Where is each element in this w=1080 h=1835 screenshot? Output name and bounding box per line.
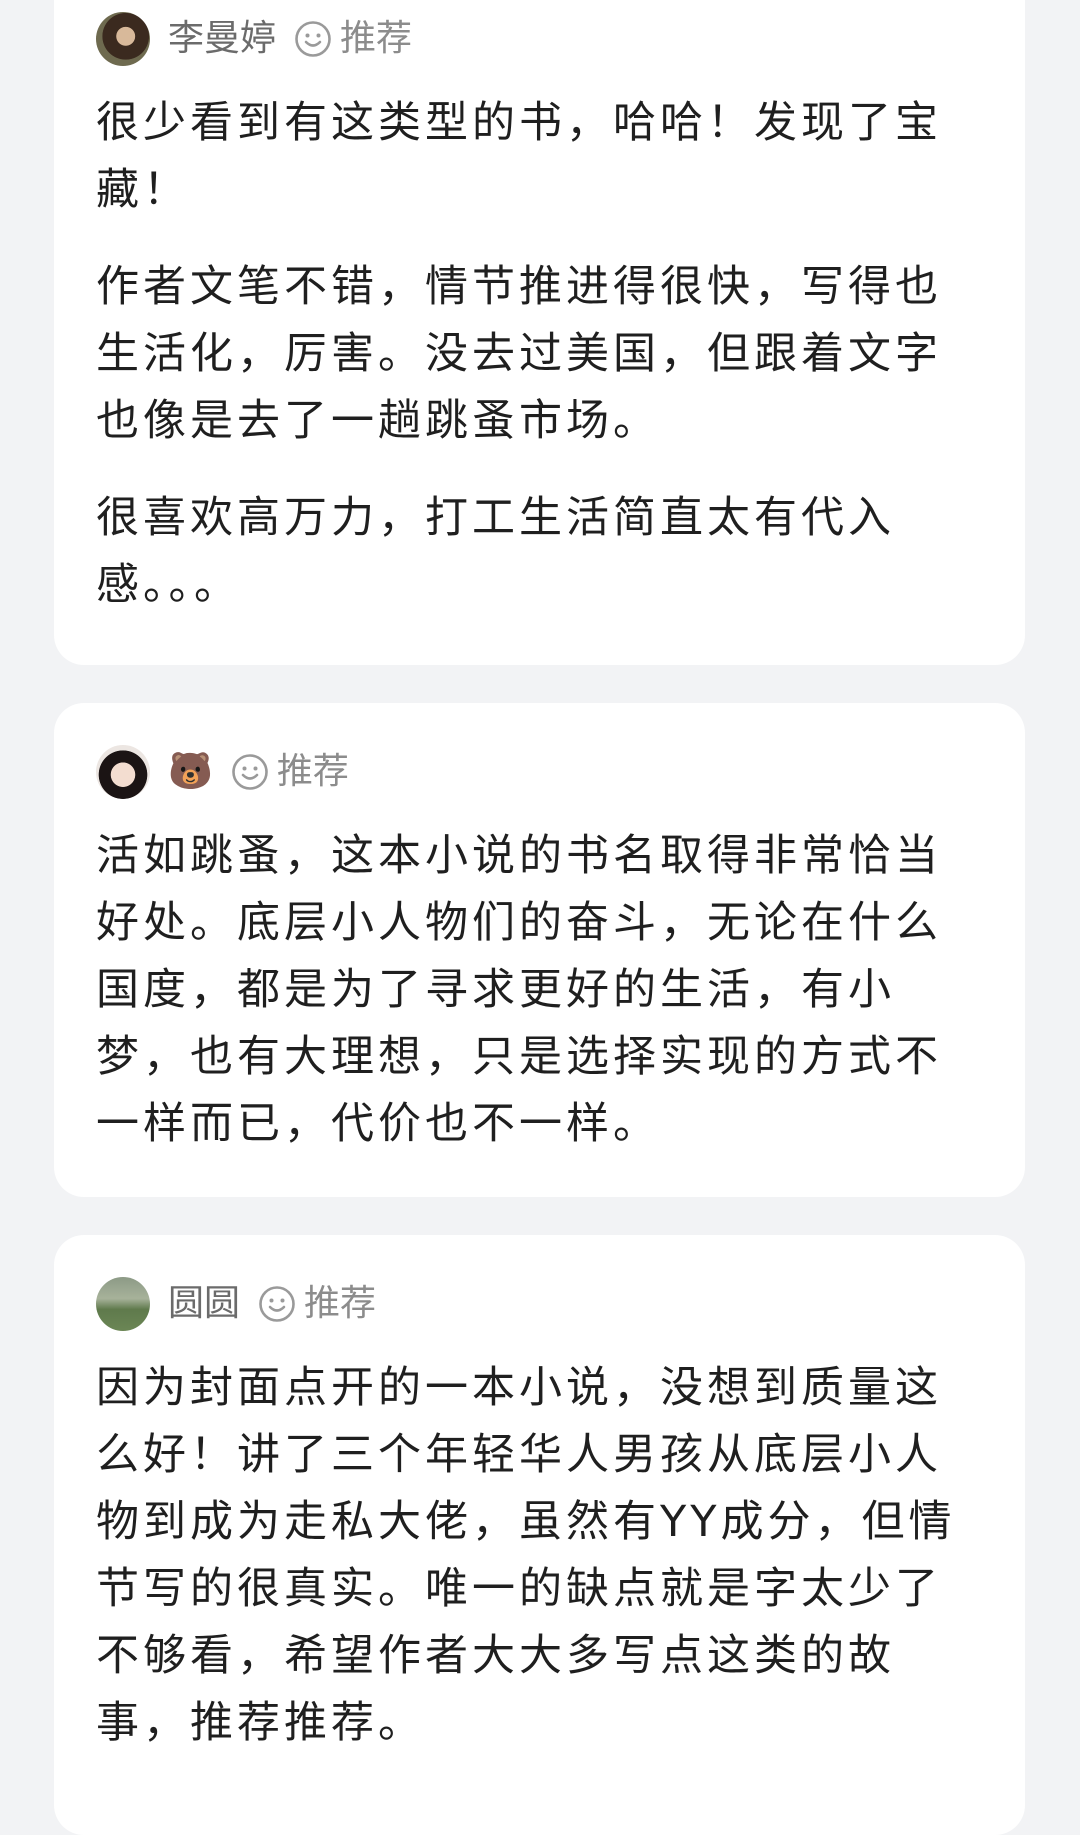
comment-paragraph: 活如跳蚤，这本小说的书名取得非常恰当好处。底层小人物们的奋斗，无论在什么国度，都…	[96, 831, 942, 1149]
avatar[interactable]	[96, 12, 150, 66]
avatar[interactable]	[96, 745, 150, 799]
comment-header: 李曼婷 推荐	[96, 12, 983, 66]
comment-card: 🐻 推荐 活如跳蚤，这本小说的书名取得非常恰当好处。底层小人物们的奋斗，无论在什…	[54, 703, 1025, 1197]
smile-icon	[232, 754, 268, 790]
comment-header: 圆圆 推荐	[96, 1277, 983, 1331]
comment-body: 很少看到有这类型的书，哈哈！发现了宝藏！ 作者文笔不错，情节推进得很快，写得也生…	[96, 90, 987, 619]
comment-paragraph: 作者文笔不错，情节推进得很快，写得也生活化，厉害。没去过美国，但跟着文字也像是去…	[96, 262, 942, 446]
smile-icon	[295, 21, 331, 57]
comment-header: 🐻 推荐	[96, 745, 983, 799]
comment-card: 圆圆 推荐 因为封面点开的一本小说，没想到质量这么好！讲了三个年轻华人男孩从底层…	[54, 1235, 1025, 1835]
comment-paragraph: 很喜欢高万力，打工生活简直太有代入感。。。	[96, 493, 895, 610]
comment-card: 李曼婷 推荐 很少看到有这类型的书，哈哈！发现了宝藏！ 作者文笔不错，情节推进得…	[54, 0, 1025, 665]
comment-feed: 李曼婷 推荐 很少看到有这类型的书，哈哈！发现了宝藏！ 作者文笔不错，情节推进得…	[0, 0, 1080, 1835]
comment-body: 因为封面点开的一本小说，没想到质量这么好！讲了三个年轻华人男孩从底层小人物到成为…	[96, 1355, 987, 1757]
comment-paragraph: 很少看到有这类型的书，哈哈！发现了宝藏！	[96, 98, 942, 215]
smile-icon	[259, 1286, 295, 1322]
comment-body: 活如跳蚤，这本小说的书名取得非常恰当好处。底层小人物们的奋斗，无论在什么国度，都…	[96, 823, 987, 1158]
recommend-label: 推荐	[276, 751, 349, 792]
recommend-label: 推荐	[340, 18, 413, 59]
user-name[interactable]: 🐻	[168, 745, 213, 799]
user-name[interactable]: 圆圆	[168, 1277, 240, 1331]
comment-paragraph: 因为封面点开的一本小说，没想到质量这么好！讲了三个年轻华人男孩从底层小人物到成为…	[96, 1363, 956, 1748]
avatar[interactable]	[96, 1277, 150, 1331]
user-name[interactable]: 李曼婷	[168, 12, 276, 66]
recommend-label: 推荐	[304, 1283, 377, 1324]
